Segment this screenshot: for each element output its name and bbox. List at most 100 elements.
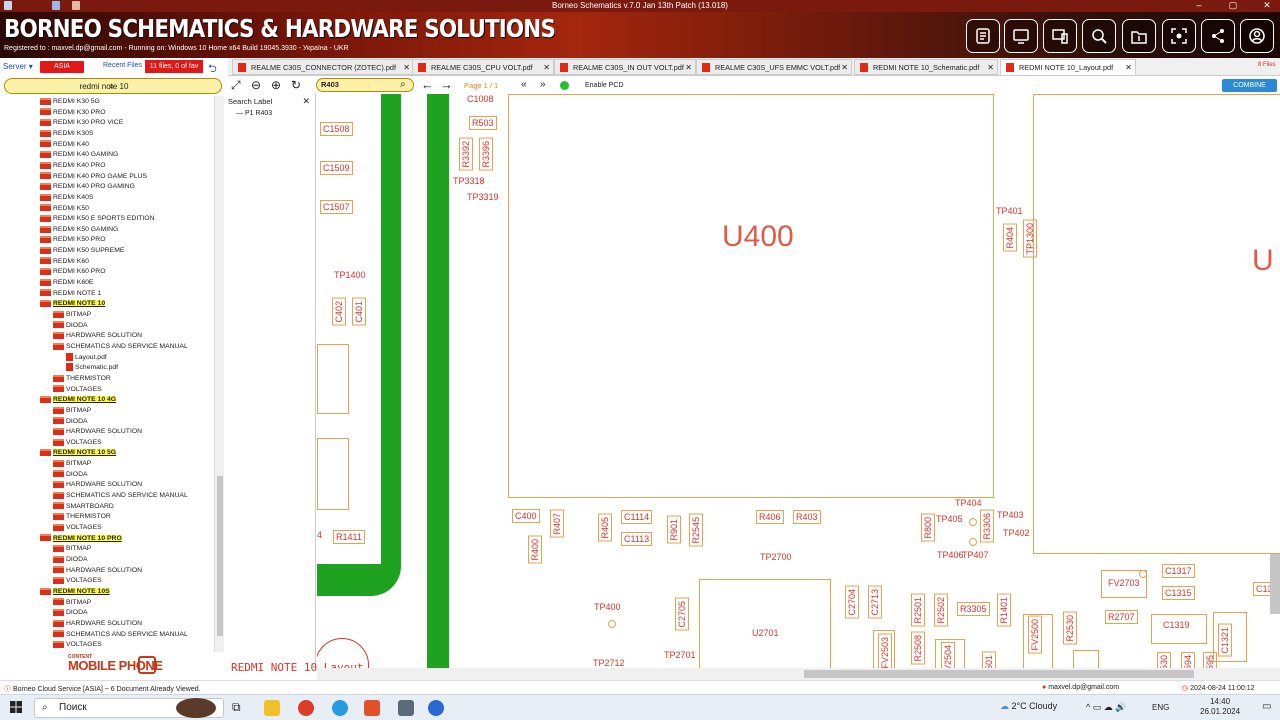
combine-button[interactable]: COMBINE (1222, 79, 1277, 92)
component-label[interactable]: 595 (1203, 652, 1217, 668)
tree-folder-item[interactable]: REDMI K50 SUPREME (40, 246, 124, 256)
component-label[interactable]: 594 (1181, 652, 1195, 668)
label-search-icon[interactable]: ⌕ (400, 78, 406, 92)
app-icon-5[interactable] (398, 700, 414, 716)
tree-folder-item[interactable]: VOLTAGES (53, 576, 102, 586)
component-label[interactable]: C1008 (467, 94, 494, 104)
tree-folder-item[interactable]: VOLTAGES (53, 385, 102, 395)
close-tab-icon[interactable]: ✕ (987, 60, 994, 75)
component-label[interactable]: R405 (598, 514, 612, 542)
tree-folder-item[interactable]: DIODA (53, 470, 88, 480)
eagle-widget-icon[interactable] (176, 698, 216, 718)
component-label[interactable]: R404 (1003, 224, 1017, 252)
search-icon[interactable]: ⌕ (5, 81, 218, 92)
share-button[interactable] (1201, 19, 1235, 53)
recent-files-link[interactable]: Recent Files (103, 62, 142, 69)
devices-button[interactable] (1043, 19, 1077, 53)
component-label[interactable]: FV2703 (1108, 578, 1140, 588)
component-label[interactable]: R406 (756, 510, 784, 524)
tree-folder-item[interactable]: DIODA (53, 321, 88, 331)
tree-folder-item[interactable]: DIODA (53, 555, 88, 565)
back-arrow-icon[interactable]: ⮌ (208, 60, 217, 79)
component-label[interactable]: C2704 (845, 586, 859, 619)
tree-folder-item[interactable]: THERMISTOR (53, 512, 111, 522)
tree-folder-item[interactable]: HARDWARE SOLUTION (53, 619, 142, 629)
tree-folder-item[interactable]: REDMI K60 PRO (40, 267, 106, 277)
tab-document[interactable]: REALME C30S_UFS EMMC VOLT.pdf ✕ (696, 59, 852, 75)
tree-scroll-thumb[interactable] (217, 476, 223, 636)
component-label[interactable]: R1401 (997, 594, 1011, 627)
search-result-item[interactable]: — P1 R403 (236, 110, 272, 117)
close-tab-icon[interactable]: ✕ (685, 60, 692, 75)
component-label[interactable]: R2707 (1105, 610, 1138, 624)
maximize-icon[interactable]: ▢ (1222, 0, 1244, 11)
component-label[interactable]: TP1300 (1023, 220, 1037, 258)
tree-folder-item[interactable]: BITMAP (53, 406, 91, 416)
close-tab-icon[interactable]: ✕ (543, 60, 550, 75)
component-label[interactable]: R2530 (1063, 612, 1077, 645)
tree-folder-item[interactable]: HARDWARE SOLUTION (53, 427, 142, 437)
component-label[interactable]: C2705 (675, 598, 689, 631)
component-label[interactable]: TP400 (594, 602, 621, 612)
taskbar-clock[interactable]: 14:40 26.01.2024 (1200, 697, 1240, 717)
close-tab-icon[interactable]: ✕ (1125, 60, 1132, 75)
windows-start-icon[interactable] (10, 701, 22, 713)
component-label[interactable]: C1113 (621, 532, 653, 546)
tree-folder-item[interactable]: VOLTAGES (53, 640, 102, 650)
component-label[interactable]: R2508 (911, 632, 925, 665)
component-label[interactable]: R3306 (980, 510, 994, 543)
chrome-icon[interactable] (298, 700, 314, 716)
task-view-icon[interactable]: ⧉ (232, 700, 248, 716)
tree-folder-item[interactable]: REDMI K50 GAMING (40, 225, 118, 235)
component-label[interactable]: C1321 (1218, 624, 1232, 657)
component-label[interactable]: TP401 (996, 206, 1023, 216)
canvas-v-scroll-thumb[interactable] (1270, 554, 1280, 614)
notifications-icon[interactable]: ▭ (1262, 701, 1271, 712)
tree-folder-item[interactable]: SCHEMATICS AND SERVICE MANUAL (53, 491, 188, 501)
component-label[interactable]: C1508 (320, 122, 353, 136)
close-tab-icon[interactable]: ✕ (403, 60, 410, 75)
component-label[interactable]: TP404 (955, 498, 982, 508)
component-label[interactable]: R800 (921, 514, 935, 542)
tree-folder-item[interactable]: REDMI K60E (40, 278, 93, 288)
zoom-in-icon[interactable]: ⊕ (271, 78, 281, 92)
tree-folder-item[interactable]: REDMI K40S (40, 193, 93, 203)
component-label[interactable]: TP2700 (760, 552, 792, 562)
component-label[interactable]: TP403 (997, 510, 1024, 520)
tree-folder-item[interactable]: HARDWARE SOLUTION (53, 480, 142, 490)
server-dropdown[interactable]: Server ▾ (3, 62, 33, 71)
tree-folder-item[interactable]: REDMI K60 (40, 257, 89, 267)
component-label[interactable]: R1411 (333, 530, 365, 544)
tree-folder-item[interactable]: REDMI K30 PRO (40, 108, 106, 118)
tab-document[interactable]: REDMI NOTE 10_Schematic.pdf ✕ (854, 59, 998, 75)
screenshot-button[interactable] (1162, 19, 1196, 53)
monitor-button[interactable] (1004, 19, 1038, 53)
enable-pcd-label[interactable]: Enable PCD (585, 82, 624, 89)
tree-search-field[interactable]: redmi note 10 ⌕ (4, 78, 222, 94)
component-label[interactable]: R403 (793, 510, 821, 524)
component-label[interactable]: C1319 (1163, 620, 1190, 630)
tab-document[interactable]: REALME C30S_CONNECTOR (ZOTEC).pdf ✕ (232, 59, 414, 75)
tree-folder-item[interactable]: REDMI K30 5G (40, 97, 100, 107)
file-explorer-icon[interactable] (264, 700, 280, 716)
close-tab-icon[interactable]: ✕ (841, 60, 848, 75)
tab-document[interactable]: REDMI NOTE 10_Layout.pdf ✕ (1000, 59, 1136, 75)
component-label[interactable]: TP406 (937, 550, 964, 560)
component-label[interactable]: R503 (469, 116, 497, 130)
tree-folder-item[interactable]: BITMAP (53, 310, 91, 320)
tab-document[interactable]: REALME C30S_IN OUT VOLT.pdf ✕ (554, 59, 696, 75)
component-label[interactable]: TP3319 (467, 192, 499, 202)
pcb-layout-canvas[interactable]: C1008 R503 R3392 R3396 TP3318 TP3319 C1508 C150… (317, 94, 1280, 668)
component-label[interactable]: FV2500 (1028, 616, 1042, 654)
tree-folder-item[interactable]: REDMI K40 GAMING (40, 150, 118, 160)
tree-folder-item[interactable]: VOLTAGES (53, 523, 102, 533)
region-button[interactable]: ASIA (40, 61, 84, 73)
folder-download-button[interactable] (1122, 19, 1156, 53)
tree-folder-item[interactable]: REDMI NOTE 10S (40, 587, 110, 597)
tree-folder-item[interactable]: HARDWARE SOLUTION (53, 566, 142, 576)
tree-folder-item[interactable]: BITMAP (53, 459, 91, 469)
component-label[interactable]: C1509 (320, 161, 353, 175)
tree-folder-item[interactable]: DIODA (53, 417, 88, 427)
language-indicator[interactable]: ENG (1152, 703, 1169, 712)
component-label[interactable]: TP405 (936, 514, 963, 524)
